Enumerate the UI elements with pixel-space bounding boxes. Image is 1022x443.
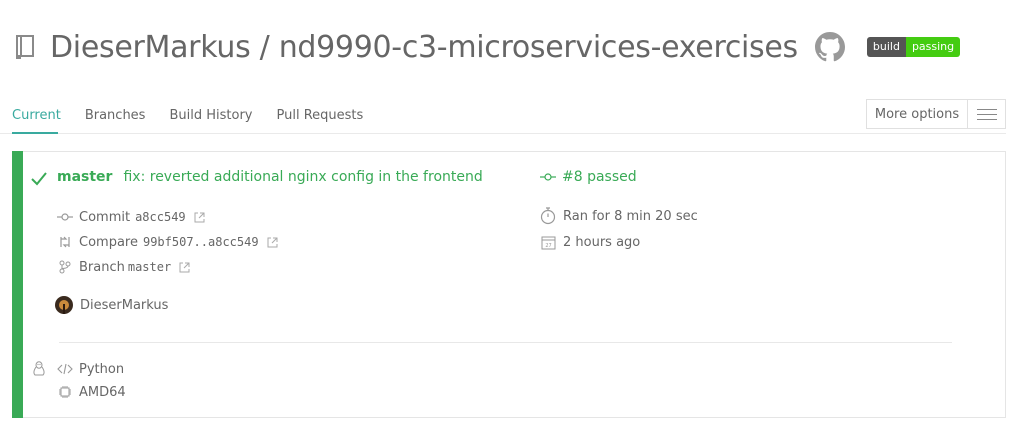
branch-icon bbox=[57, 259, 73, 275]
build-card: master fix: reverted additional nginx co… bbox=[12, 151, 1006, 418]
hamburger-icon[interactable] bbox=[968, 100, 1005, 128]
arch-text: AMD64 bbox=[79, 384, 126, 400]
finished-text: 2 hours ago bbox=[563, 234, 641, 250]
github-icon[interactable] bbox=[814, 31, 846, 63]
tab-branches[interactable]: Branches bbox=[85, 106, 146, 126]
stopwatch-icon bbox=[540, 207, 556, 225]
external-link-icon[interactable] bbox=[194, 212, 205, 223]
external-link-icon[interactable] bbox=[179, 262, 190, 273]
more-options-button[interactable]: More options bbox=[866, 99, 1006, 129]
code-icon bbox=[57, 361, 73, 377]
author-row: DieserMarkus bbox=[55, 296, 168, 314]
branch-label: Branch bbox=[79, 259, 125, 275]
repo-icon bbox=[12, 32, 38, 62]
check-icon bbox=[30, 171, 48, 191]
compare-row: Compare 99bf507..a8cc549 bbox=[57, 234, 278, 250]
duration-text: Ran for 8 min 20 sec bbox=[563, 208, 698, 224]
card-divider bbox=[59, 342, 952, 343]
branch-link[interactable]: master bbox=[57, 169, 112, 185]
build-status-badge[interactable]: build passing bbox=[866, 37, 961, 57]
commit-icon bbox=[57, 209, 73, 225]
status-stripe bbox=[12, 151, 23, 418]
repo-header: DieserMarkus / nd9990-c3-microservices-e… bbox=[12, 26, 961, 68]
language-text: Python bbox=[79, 361, 125, 377]
external-link-icon[interactable] bbox=[267, 237, 278, 248]
duration-row: Ran for 8 min 20 sec bbox=[540, 207, 698, 225]
tab-build-history[interactable]: Build History bbox=[169, 106, 252, 126]
tabs-divider bbox=[0, 133, 1006, 134]
language-row: Python bbox=[57, 361, 124, 377]
build-summary: master fix: reverted additional nginx co… bbox=[57, 169, 483, 185]
branch-row: Branch master bbox=[57, 259, 190, 275]
active-tab-indicator bbox=[12, 132, 58, 134]
commit-sha-link[interactable]: a8cc549 bbox=[135, 210, 186, 224]
repo-title[interactable]: DieserMarkus / nd9990-c3-microservices-e… bbox=[50, 30, 798, 65]
badge-status: passing bbox=[905, 37, 961, 57]
cpu-icon bbox=[57, 384, 73, 400]
finished-row: 27 2 hours ago bbox=[540, 234, 640, 250]
build-number[interactable]: #8 passed bbox=[540, 169, 637, 185]
more-options-label: More options bbox=[874, 106, 960, 122]
compare-range-link[interactable]: 99bf507..a8cc549 bbox=[143, 235, 259, 249]
svg-text:27: 27 bbox=[545, 243, 551, 249]
badge-label: build bbox=[866, 37, 906, 57]
commit-row: Commit a8cc549 bbox=[57, 209, 205, 225]
arch-row: AMD64 bbox=[57, 384, 126, 400]
calendar-icon: 27 bbox=[540, 234, 556, 250]
commit-message: fix: reverted additional nginx config in… bbox=[123, 169, 483, 185]
linux-icon bbox=[31, 361, 47, 377]
avatar bbox=[55, 296, 73, 314]
commit-icon bbox=[540, 169, 556, 185]
compare-label: Compare bbox=[79, 234, 138, 250]
author-name: DieserMarkus bbox=[80, 297, 169, 313]
tab-current[interactable]: Current bbox=[12, 106, 61, 126]
tab-pull-requests[interactable]: Pull Requests bbox=[276, 106, 363, 126]
branch-value-link[interactable]: master bbox=[128, 260, 171, 274]
repo-tabs: Current Branches Build History Pull Requ… bbox=[12, 106, 387, 126]
build-number-text: #8 passed bbox=[562, 169, 637, 185]
commit-label: Commit bbox=[79, 209, 131, 225]
compare-icon bbox=[57, 234, 73, 250]
